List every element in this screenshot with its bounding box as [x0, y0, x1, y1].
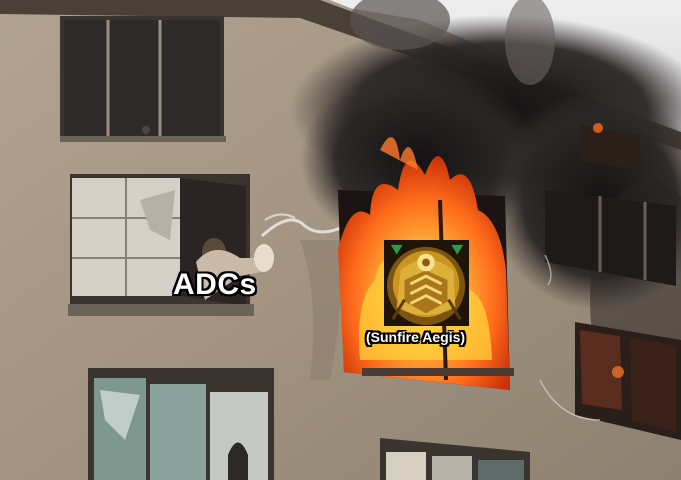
caption-item: (Sunfire Aegis)	[366, 329, 466, 345]
caption-adcs: ADCs	[173, 268, 257, 301]
window-bottom-left	[88, 368, 274, 480]
window-top-left	[60, 16, 226, 142]
sunfire-aegis-icon	[384, 240, 469, 326]
burning-building-photo	[0, 0, 681, 480]
meme-scene: ADCs (Sunfire Aegis)	[0, 0, 681, 480]
